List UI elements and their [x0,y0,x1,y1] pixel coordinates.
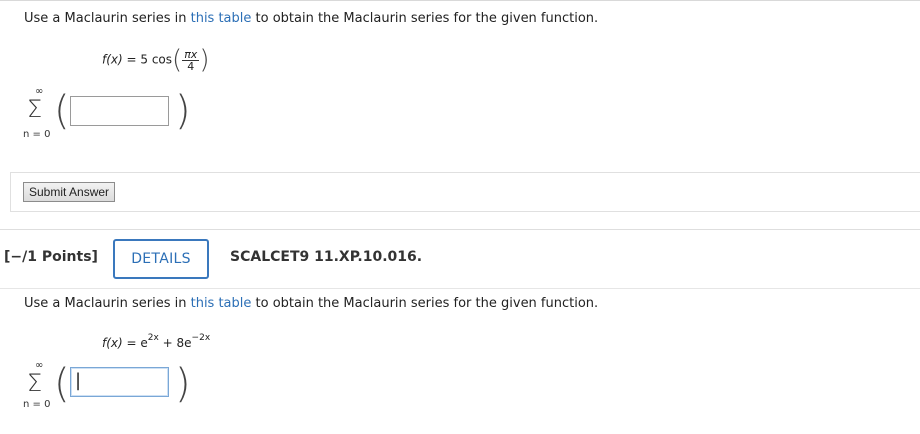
sigma-icon: Σ [27,369,43,397]
left-bracket: ( [54,88,70,134]
function-lhs: f(x) [102,52,123,67]
question1-prompt: Use a Maclaurin series in this table to … [24,11,598,26]
top-border [0,0,920,1]
submit-answer-button[interactable]: Submit Answer [23,182,116,202]
function-lhs: f(x) [102,336,123,350]
fraction-denominator: 4 [187,59,195,73]
exponent-1: 2x [147,333,159,343]
section-divider [0,229,920,230]
right-paren: ) [199,45,210,75]
question2-prompt: Use a Maclaurin series in this table to … [24,296,598,311]
table-link[interactable]: this table [191,11,252,26]
left-bracket-2: ( [54,361,70,407]
right-bracket: ) [175,88,191,134]
function-e: = e [122,336,148,350]
prompt-text: Use a Maclaurin series in [24,11,191,26]
problem-code: SCALCET9 11.XP.10.016. [230,249,423,265]
header-divider [0,288,920,289]
prompt-text-end: to obtain the Maclaurin series for the g… [251,296,599,311]
prompt-text-end: to obtain the Maclaurin series for the g… [251,11,599,26]
submit-area [10,172,920,212]
fraction: πx 4 [182,47,200,73]
function-expression-2: f(x) = e2x + 8e−2x [102,333,210,350]
left-paren: ( [172,45,183,75]
fraction-numerator: πx [182,47,200,61]
answer-input-2[interactable]: | [70,367,169,397]
function-cos: = 5 cos [122,52,173,67]
answer-input-1[interactable] [70,96,169,126]
right-bracket-2: ) [175,361,191,407]
sigma-icon: Σ [27,95,43,123]
exponent-2: −2x [191,333,211,343]
function-expression: f(x) = 5 cos(πx 4) [102,45,209,75]
table-link[interactable]: this table [191,296,252,311]
sum-lower-limit: n = 0 [23,129,51,140]
prompt-text: Use a Maclaurin series in [24,296,191,311]
details-button[interactable]: DETAILS [113,239,209,279]
function-8e: + 8e [158,336,192,350]
points-label: [−/1 Points] [4,249,98,265]
sum-lower-limit-2: n = 0 [23,399,51,410]
